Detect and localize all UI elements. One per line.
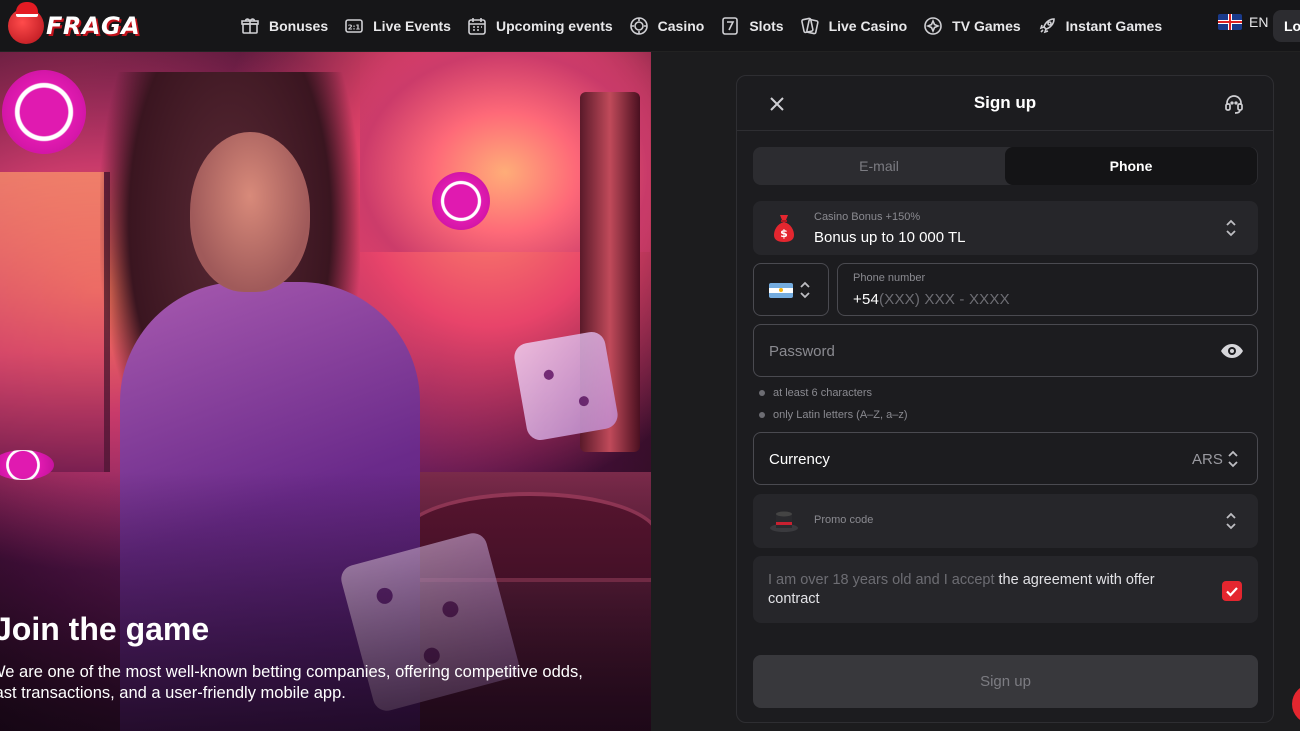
chevron-up-down-icon <box>798 280 812 300</box>
chevron-up-down-icon <box>1224 511 1238 531</box>
bullet-icon <box>759 412 765 418</box>
chip-icon <box>629 16 649 36</box>
modal-header: Sign up <box>737 76 1273 131</box>
agreement-box: I am over 18 years old and I accept the … <box>753 556 1258 623</box>
casino-chip-icon <box>0 58 98 166</box>
nav-item-live-casino[interactable]: Live Casino <box>792 0 916 52</box>
promo-code-selector[interactable]: Promo code <box>753 494 1258 548</box>
gift-icon <box>240 16 260 36</box>
uk-flag-icon <box>1218 14 1242 30</box>
sparkle-icon <box>923 16 943 36</box>
hero-title: Join the game <box>0 611 210 647</box>
bullet-icon <box>759 390 765 396</box>
nav-item-upcoming-events[interactable]: Upcoming events <box>459 0 621 52</box>
hero-banner: Join the game We are one of the most wel… <box>0 52 651 731</box>
strawberry-logo-icon <box>8 2 44 44</box>
argentina-flag-icon <box>769 283 793 298</box>
brand-logo[interactable]: FRAGA <box>8 2 148 48</box>
tab-email[interactable]: E-mail <box>753 147 1005 185</box>
agreement-checkbox[interactable] <box>1222 581 1242 601</box>
agreement-text: I am over 18 years old and I accept the … <box>768 571 1203 609</box>
login-button[interactable]: Lo <box>1273 10 1300 42</box>
nav-item-label: Upcoming events <box>495 18 613 34</box>
password-hint: at least 6 characters <box>759 387 872 399</box>
calendar-icon <box>467 16 487 36</box>
dice-icon <box>512 329 620 443</box>
chevron-up-down-icon <box>1226 449 1240 469</box>
bonus-selector[interactable]: $ Casino Bonus +150% Bonus up to 10 000 … <box>753 201 1258 255</box>
top-navigation: FRAGA Bonuses 2:1 Live Events Upcoming e… <box>0 0 1300 52</box>
cards-icon <box>800 16 820 36</box>
password-field[interactable]: Password <box>753 324 1258 377</box>
slot-seven-icon <box>720 16 740 36</box>
eye-icon[interactable] <box>1220 341 1244 361</box>
scoreboard-icon: 2:1 <box>344 16 364 36</box>
signup-submit-button[interactable]: Sign up <box>753 655 1258 708</box>
agreement-prefix: I am over 18 years old and I accept <box>768 572 999 588</box>
country-code-selector[interactable] <box>753 263 829 316</box>
nav-item-label: Bonuses <box>269 18 329 34</box>
promo-code-label: Promo code <box>814 514 874 526</box>
casino-chip-icon <box>432 172 490 230</box>
chat-support-button[interactable] <box>1292 684 1300 724</box>
signup-modal: Sign up E-mail Phone $ Casino Bonus +150… <box>736 75 1274 723</box>
password-placeholder: Password <box>769 343 835 360</box>
modal-title: Sign up <box>973 93 1037 112</box>
nav-item-live-events[interactable]: 2:1 Live Events <box>336 0 459 52</box>
nav-item-label: Casino <box>657 18 705 34</box>
rocket-icon <box>1037 16 1057 36</box>
svg-text:$: $ <box>780 227 788 240</box>
main-nav: Bonuses 2:1 Live Events Upcoming events … <box>232 0 1170 52</box>
bonus-caption: Casino Bonus +150% <box>814 211 921 223</box>
nav-item-bonuses[interactable]: Bonuses <box>232 0 336 52</box>
nav-item-label: Instant Games <box>1065 18 1163 34</box>
nav-item-tv-games[interactable]: TV Games <box>915 0 1028 52</box>
hint-text: at least 6 characters <box>773 387 873 399</box>
language-selector[interactable]: EN <box>1218 14 1268 30</box>
bonus-value: Bonus up to 10 000 TL <box>814 229 966 246</box>
chevron-up-down-icon <box>1224 218 1238 238</box>
nav-item-label: Slots <box>749 18 784 34</box>
hero-window <box>0 172 110 472</box>
check-icon <box>1226 587 1238 597</box>
phone-number-input[interactable]: +54(XXX) XXX - XXXX <box>853 291 1010 308</box>
password-hint: only Latin letters (A–Z, a–z) <box>759 409 908 421</box>
currency-selector[interactable]: Currency ARS <box>753 432 1258 485</box>
money-bag-icon: $ <box>773 213 795 243</box>
nav-item-label: Live Events <box>373 18 451 34</box>
nav-item-instant-games[interactable]: Instant Games <box>1029 0 1170 52</box>
phone-mask: (XXX) XXX - XXXX <box>879 291 1010 308</box>
hero-description: We are one of the most well-known bettin… <box>0 663 583 702</box>
support-headset-icon[interactable] <box>1223 93 1245 115</box>
phone-number-label: Phone number <box>853 272 926 284</box>
phone-prefix: +54 <box>853 291 880 308</box>
nav-item-label: Live Casino <box>828 18 908 34</box>
currency-value: ARS <box>1192 451 1223 468</box>
nav-item-slots[interactable]: Slots <box>712 0 791 52</box>
signup-method-tabs: E-mail Phone <box>753 147 1258 185</box>
language-label: EN <box>1249 14 1269 30</box>
hint-text: only Latin letters (A–Z, a–z) <box>773 409 908 421</box>
nav-item-casino[interactable]: Casino <box>621 0 713 52</box>
currency-label: Currency <box>769 451 830 468</box>
magic-hat-icon <box>769 506 799 534</box>
svg-text:2:1: 2:1 <box>348 24 361 32</box>
phone-number-field[interactable]: Phone number +54(XXX) XXX - XXXX <box>837 263 1258 316</box>
nav-item-label: TV Games <box>952 18 1021 34</box>
tab-phone[interactable]: Phone <box>1005 147 1257 185</box>
brand-name: FRAGA <box>46 12 141 40</box>
